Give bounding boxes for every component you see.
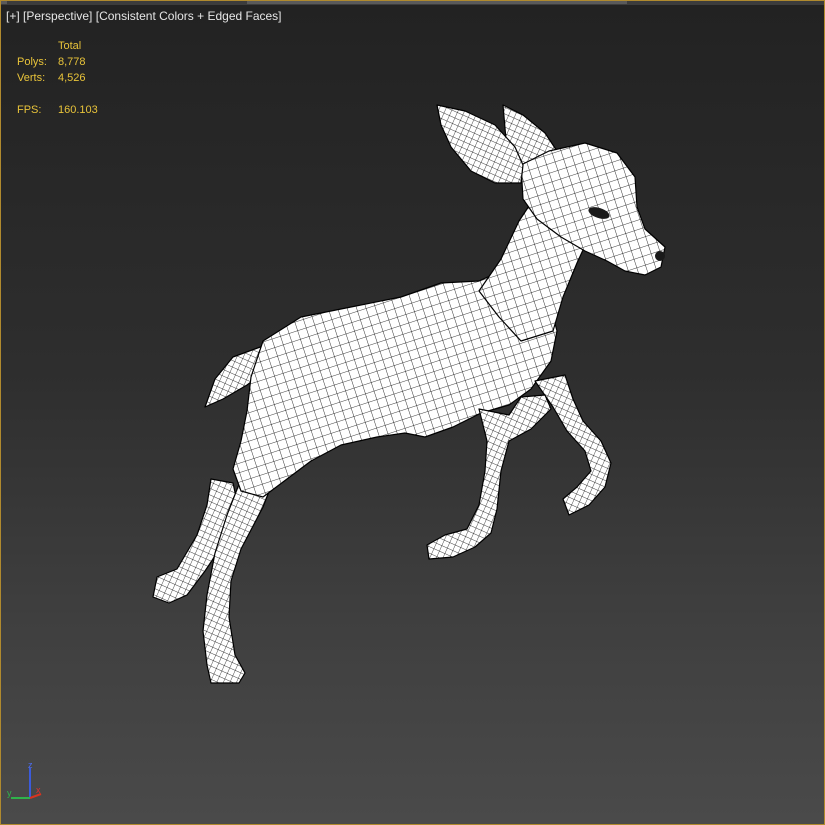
y-axis-label: y [7,788,12,798]
perspective-viewport[interactable]: [+] [Perspective] [Consistent Colors + E… [0,0,825,825]
deer-model[interactable] [1,1,825,825]
x-axis-label: x [36,785,41,795]
deer-nose [655,251,665,261]
deer-front-leg-far [534,374,612,516]
z-axis-label: z [28,760,33,770]
axis-tripod-gizmo: z x y [7,760,42,799]
